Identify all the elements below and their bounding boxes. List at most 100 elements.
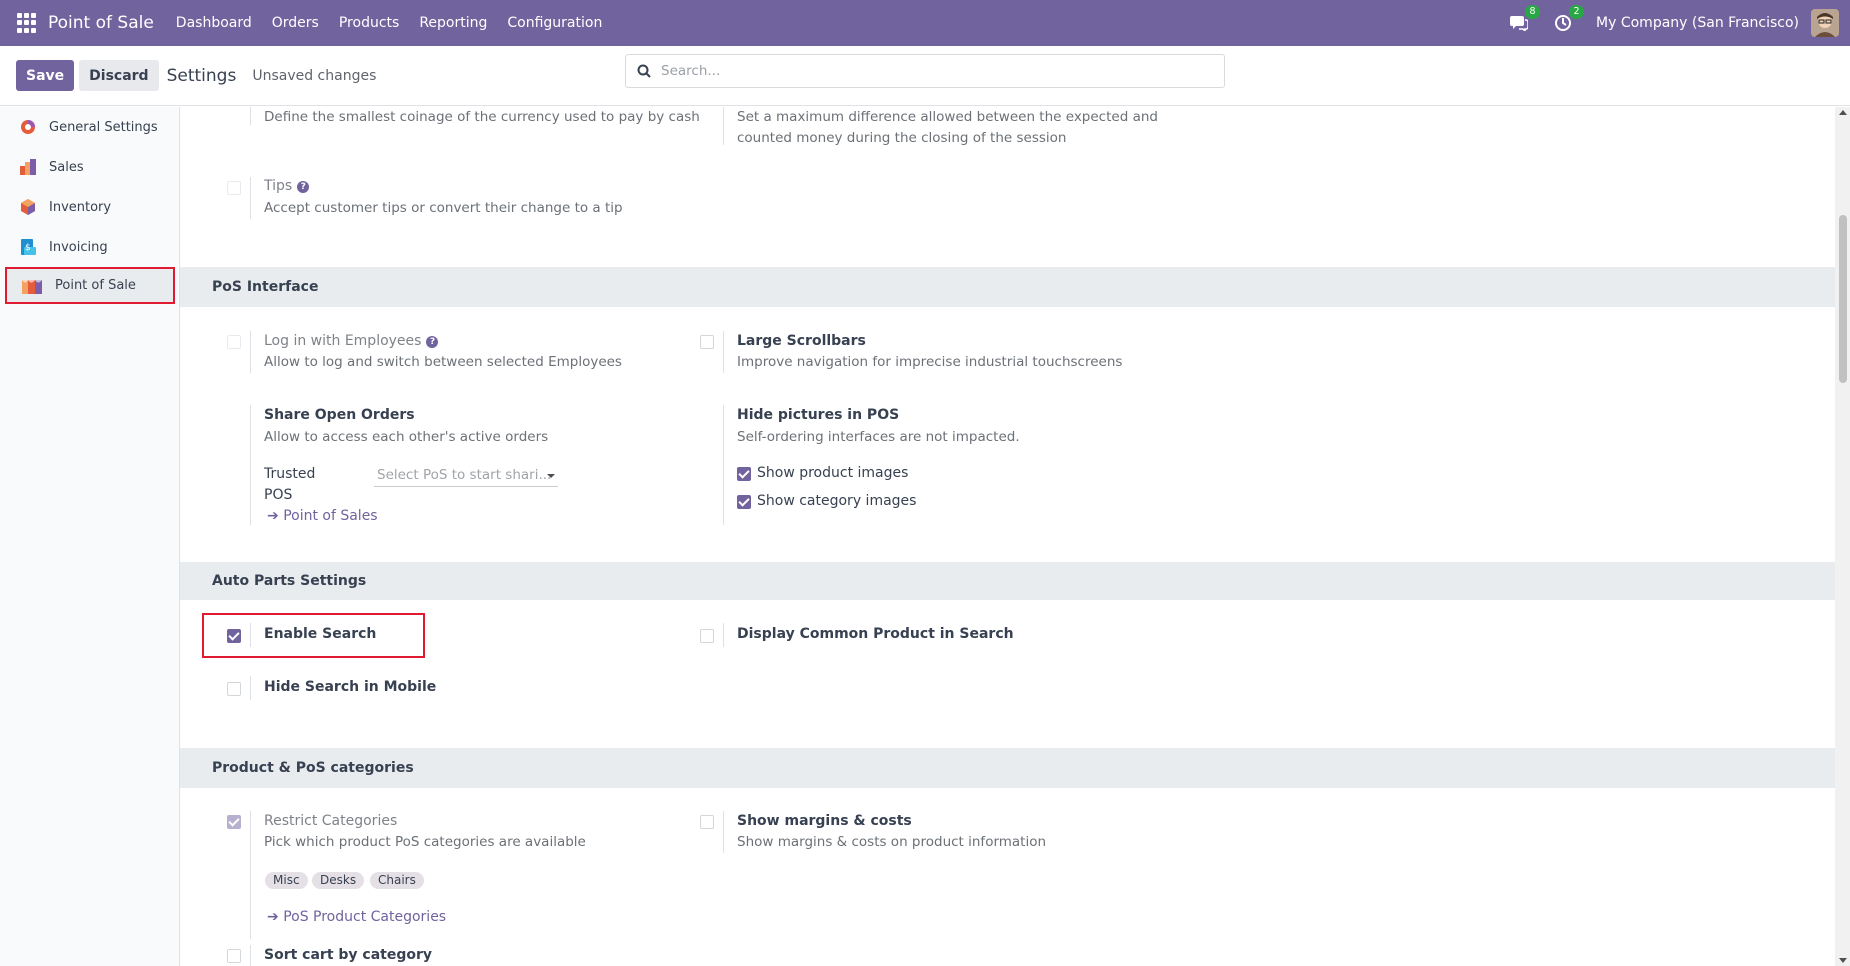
share-open-orders-description: Allow to access each other's active orde… xyxy=(264,429,549,445)
sort-cart-checkbox[interactable] xyxy=(227,949,241,963)
odoo-icon xyxy=(21,120,35,134)
arrow-right-icon: ➔ xyxy=(267,508,284,524)
help-icon[interactable]: ? xyxy=(297,181,310,193)
app-brand[interactable]: Point of Sale xyxy=(48,13,154,33)
login-employees-label-text: Log in with Employees xyxy=(264,333,422,349)
top-navbar: Point of Sale Dashboard Orders Products … xyxy=(0,0,1850,46)
setting-divider xyxy=(723,623,724,647)
display-common-product-label: Display Common Product in Search xyxy=(737,626,1014,642)
trusted-pos-label-1: Trusted xyxy=(264,466,316,482)
tips-checkbox[interactable] xyxy=(227,181,241,195)
restrict-categories-checkbox[interactable] xyxy=(227,815,241,829)
category-tag[interactable]: Desks xyxy=(312,872,365,889)
pos-icon xyxy=(22,279,42,294)
enable-search-label: Enable Search xyxy=(264,626,377,642)
section-pos-interface: PoS Interface xyxy=(180,267,1835,307)
section-auto-parts: Auto Parts Settings xyxy=(180,562,1835,600)
sort-cart-label: Sort cart by category xyxy=(264,947,433,963)
trusted-pos-select[interactable]: Select PoS to start shari... xyxy=(374,465,558,487)
settings-search[interactable] xyxy=(625,54,1225,88)
activities-icon[interactable]: 2 xyxy=(1552,5,1585,34)
login-employees-description: Allow to log and switch between selected… xyxy=(264,354,622,370)
scroll-down-arrow-icon[interactable] xyxy=(1839,958,1847,963)
search-icon xyxy=(637,64,651,78)
show-category-images-checkbox[interactable] xyxy=(737,495,751,509)
sidebar-item-invoicing[interactable]: $ Invoicing xyxy=(0,227,179,267)
display-common-product-checkbox[interactable] xyxy=(700,629,714,643)
sales-icon xyxy=(20,159,36,175)
discard-button[interactable]: Discard xyxy=(79,60,159,91)
setting-divider xyxy=(250,405,251,525)
point-of-sales-link[interactable]: ➔ Point of Sales xyxy=(267,508,378,524)
sidebar-item-point-of-sale[interactable]: Point of Sale xyxy=(5,267,175,304)
scroll-up-arrow-icon[interactable] xyxy=(1839,110,1847,115)
setting-divider xyxy=(250,623,251,647)
menu-dashboard[interactable]: Dashboard xyxy=(166,15,262,31)
arrow-right-icon: ➔ xyxy=(267,909,284,925)
setting-divider xyxy=(250,177,251,219)
sidebar-item-general-settings[interactable]: General Settings xyxy=(0,107,179,147)
menu-products[interactable]: Products xyxy=(329,15,409,31)
share-open-orders-label: Share Open Orders xyxy=(264,407,415,423)
navbar-systray: 8 2 My Company (San Francisco) xyxy=(1508,0,1850,46)
setting-divider xyxy=(250,811,251,939)
tips-label-text: Tips xyxy=(264,178,293,194)
menu-configuration[interactable]: Configuration xyxy=(497,15,612,31)
setting-divider xyxy=(250,676,251,700)
sidebar-item-label: Point of Sale xyxy=(55,278,136,293)
hide-search-mobile-checkbox[interactable] xyxy=(227,682,241,696)
sidebar-item-label: Invoicing xyxy=(49,239,108,255)
category-tag[interactable]: Misc xyxy=(265,872,308,889)
scrollbar-thumb[interactable] xyxy=(1839,215,1847,383)
settings-sidebar: General Settings Sales Inventory $ Invoi… xyxy=(0,107,180,966)
setting-divider xyxy=(250,331,251,373)
content-scrollbar[interactable] xyxy=(1835,107,1850,966)
cash-control-description-1: Set a maximum difference allowed between… xyxy=(737,109,1158,125)
user-avatar[interactable] xyxy=(1811,9,1839,37)
help-icon[interactable]: ? xyxy=(426,336,439,348)
large-scrollbars-label: Large Scrollbars xyxy=(737,333,866,349)
restrict-categories-description: Pick which product PoS categories are av… xyxy=(264,834,586,850)
show-product-images-checkbox[interactable] xyxy=(737,467,751,481)
category-tag[interactable]: Chairs xyxy=(370,872,424,889)
search-input[interactable] xyxy=(661,63,1181,79)
show-category-images-label: Show category images xyxy=(757,493,917,509)
point-of-sales-link-text: Point of Sales xyxy=(283,508,378,524)
setting-divider xyxy=(250,945,251,966)
show-margins-description: Show margins & costs on product informat… xyxy=(737,834,1047,850)
inventory-icon xyxy=(21,199,35,215)
pos-product-categories-link[interactable]: ➔ PoS Product Categories xyxy=(267,909,446,925)
restrict-categories-label: Restrict Categories xyxy=(264,813,398,829)
page-title: Settings xyxy=(166,65,237,86)
cash-control-description-2: counted money during the closing of the … xyxy=(737,130,1067,146)
control-panel: Save Discard Settings Unsaved changes xyxy=(0,46,1850,106)
show-margins-label: Show margins & costs xyxy=(737,813,912,829)
messages-badge: 8 xyxy=(1525,5,1541,19)
enable-search-checkbox[interactable] xyxy=(227,629,241,643)
invoicing-icon: $ xyxy=(21,239,36,255)
activities-badge: 2 xyxy=(1569,5,1585,19)
sidebar-item-label: Sales xyxy=(49,159,84,175)
sidebar-item-sales[interactable]: Sales xyxy=(0,147,179,187)
trusted-pos-placeholder: Select PoS to start shari... xyxy=(377,467,552,483)
pos-product-categories-link-text: PoS Product Categories xyxy=(283,909,447,925)
apps-menu-icon[interactable] xyxy=(17,13,37,33)
menu-reporting[interactable]: Reporting xyxy=(409,15,497,31)
menu-orders[interactable]: Orders xyxy=(262,15,329,31)
svg-text:$: $ xyxy=(25,243,31,253)
chevron-down-icon xyxy=(547,474,555,478)
login-employees-checkbox[interactable] xyxy=(227,335,241,349)
setting-divider xyxy=(250,107,251,125)
show-margins-checkbox[interactable] xyxy=(700,815,714,829)
hide-pictures-description: Self-ordering interfaces are not impacte… xyxy=(737,429,1020,445)
setting-divider xyxy=(723,331,724,373)
main-menu: Dashboard Orders Products Reporting Conf… xyxy=(166,15,613,31)
messages-icon[interactable]: 8 xyxy=(1508,5,1541,34)
unsaved-status: Unsaved changes xyxy=(252,67,377,84)
sidebar-item-inventory[interactable]: Inventory xyxy=(0,187,179,227)
large-scrollbars-checkbox[interactable] xyxy=(700,335,714,349)
company-switcher[interactable]: My Company (San Francisco) xyxy=(1596,15,1799,31)
trusted-pos-label-2: POS xyxy=(264,487,293,503)
save-button[interactable]: Save xyxy=(16,60,75,91)
hide-search-mobile-label: Hide Search in Mobile xyxy=(264,679,437,695)
